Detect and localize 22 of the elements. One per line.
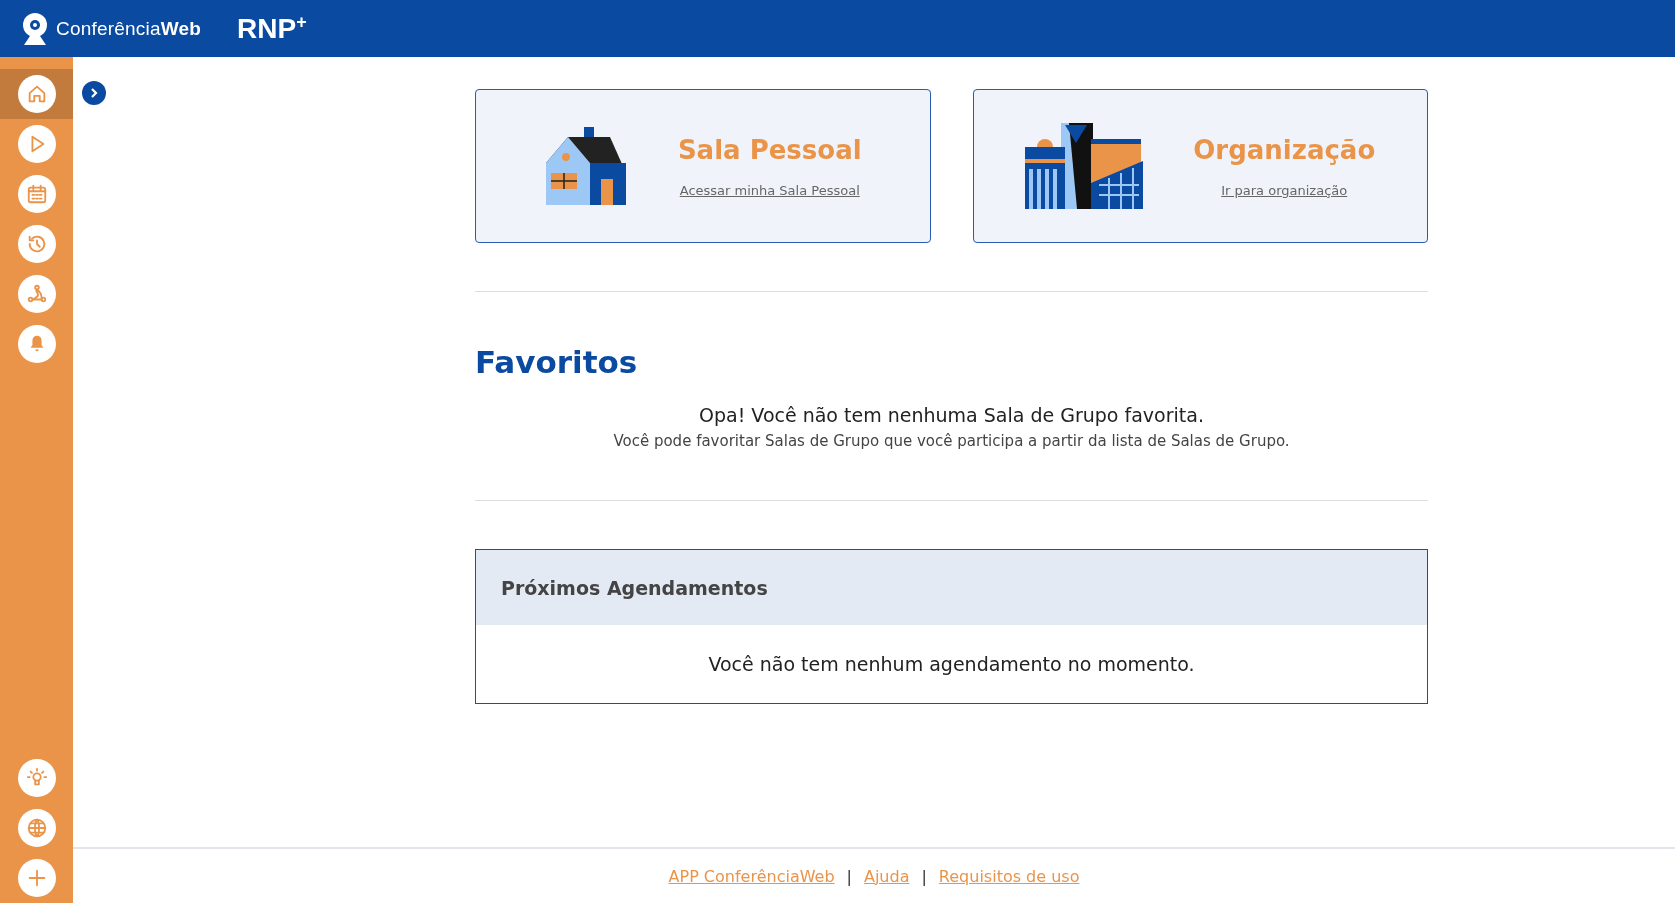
section-title: Favoritos bbox=[475, 344, 639, 380]
card-title: Organização bbox=[1193, 134, 1376, 165]
partner-logo: RNP$^{+}$ bbox=[237, 11, 307, 46]
sidebar-item[interactable] bbox=[0, 69, 73, 119]
expand-sidebar-button[interactable] bbox=[82, 81, 106, 105]
card-title: Sala Pessoal bbox=[677, 134, 862, 165]
footer-link[interactable]: APP ConferênciaWeb bbox=[668, 866, 835, 886]
separator: | bbox=[921, 866, 927, 886]
panel-title: Próximos Agendamentos bbox=[501, 576, 768, 599]
empty-message: Opa! Você não tem nenhuma Sala de Grupo favorita. bbox=[698, 404, 1205, 426]
calendar-icon bbox=[25, 183, 48, 205]
footer-link[interactable]: Ajuda bbox=[863, 866, 910, 886]
empty-hint: Você pode favoritar Salas de Grupo que você participa a partir da lista de Salas de Grupo. bbox=[612, 432, 1291, 450]
card-link[interactable]: Acessar minha Sala Pessoal bbox=[679, 182, 860, 198]
card-link[interactable]: Ir para organização bbox=[1221, 182, 1348, 198]
app-logo: ConferênciaWeb bbox=[56, 17, 202, 40]
separator: | bbox=[846, 866, 852, 886]
globe-icon bbox=[25, 817, 48, 839]
empty-message: Você não tem nenhum agendamento no momento. bbox=[707, 652, 1196, 677]
footer-link[interactable]: Requisitos de uso bbox=[938, 866, 1080, 886]
chevron-right-icon bbox=[88, 87, 100, 99]
network-icon bbox=[25, 283, 48, 305]
